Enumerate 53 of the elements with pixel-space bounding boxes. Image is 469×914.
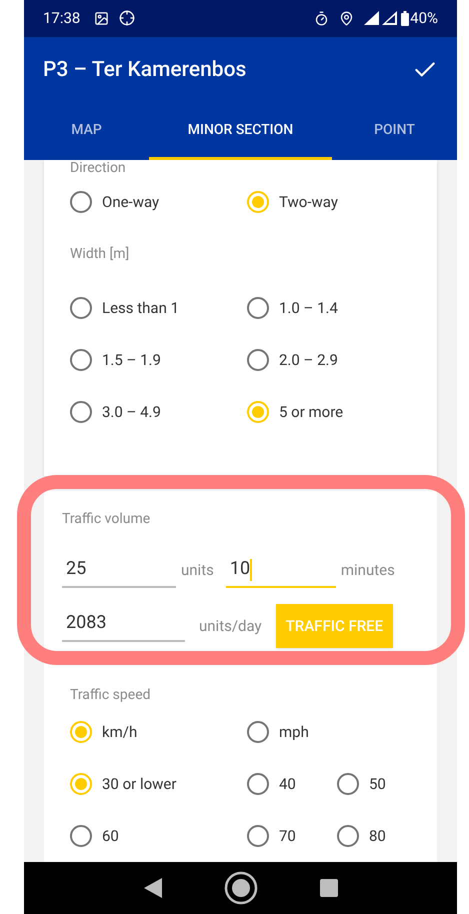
image-icon	[94, 10, 110, 26]
radio-button[interactable]	[247, 296, 269, 319]
timer-icon	[314, 10, 330, 26]
radio-button[interactable]	[70, 400, 92, 423]
signal-roaming-icon	[382, 11, 398, 26]
option-label: Less than 1	[102, 298, 179, 319]
app-title: P3 – Ter Kamerenbos	[43, 56, 248, 84]
option-label: 1.5 – 1.9	[102, 350, 161, 371]
option-label: 70	[279, 826, 296, 847]
radio-button[interactable]	[247, 772, 269, 795]
radio-button[interactable]	[337, 824, 359, 847]
tab[interactable]: POINT	[332, 104, 457, 160]
option-label: 60	[102, 826, 119, 847]
section-label: Traffic volume	[62, 510, 152, 529]
option-label: 2.0 – 2.9	[279, 350, 338, 371]
home-icon[interactable]	[224, 870, 258, 905]
option-label: mph	[279, 722, 309, 743]
radio-button[interactable]	[247, 720, 269, 743]
unit-label: minutes	[340, 560, 395, 582]
option-label: 5 or more	[279, 402, 344, 423]
input-field[interactable]: 25	[62, 556, 176, 588]
location-pin-icon	[339, 10, 354, 26]
radio-button[interactable]	[70, 824, 92, 847]
section-label: Traffic speed	[70, 686, 152, 705]
target-icon	[119, 10, 136, 26]
section-label: Width [m]	[70, 245, 130, 264]
option-label: 80	[369, 826, 386, 847]
option-label: 30 or lower	[102, 774, 176, 795]
unit-label: units/day	[199, 616, 262, 637]
radio-button[interactable]	[337, 772, 359, 795]
tab[interactable]: MAP	[24, 104, 149, 160]
radio-button[interactable]	[247, 824, 269, 847]
input-field[interactable]: 2083	[62, 610, 185, 642]
recents-icon[interactable]	[320, 878, 338, 897]
option-label: 50	[369, 774, 386, 795]
signal-icon	[364, 11, 380, 26]
option-label: 1.0 – 1.4	[279, 298, 338, 319]
option-label: Two-way	[279, 192, 338, 213]
radio-button[interactable]	[70, 190, 92, 213]
status-time: 17:38	[43, 8, 80, 30]
radio-button[interactable]	[70, 348, 92, 371]
battery-icon	[401, 10, 410, 26]
radio-button[interactable]	[70, 296, 92, 319]
section-label: Direction	[70, 160, 127, 176]
battery-level: 40%	[410, 8, 438, 30]
unit-label: units	[181, 560, 214, 582]
input-field[interactable]: 10	[226, 556, 336, 588]
option-label: 3.0 – 4.9	[102, 402, 161, 423]
option-label: 40	[279, 774, 296, 795]
radio-button[interactable]	[247, 348, 269, 371]
option-label: km/h	[102, 722, 138, 743]
option-label: One-way	[102, 192, 160, 213]
back-icon[interactable]	[144, 878, 162, 898]
